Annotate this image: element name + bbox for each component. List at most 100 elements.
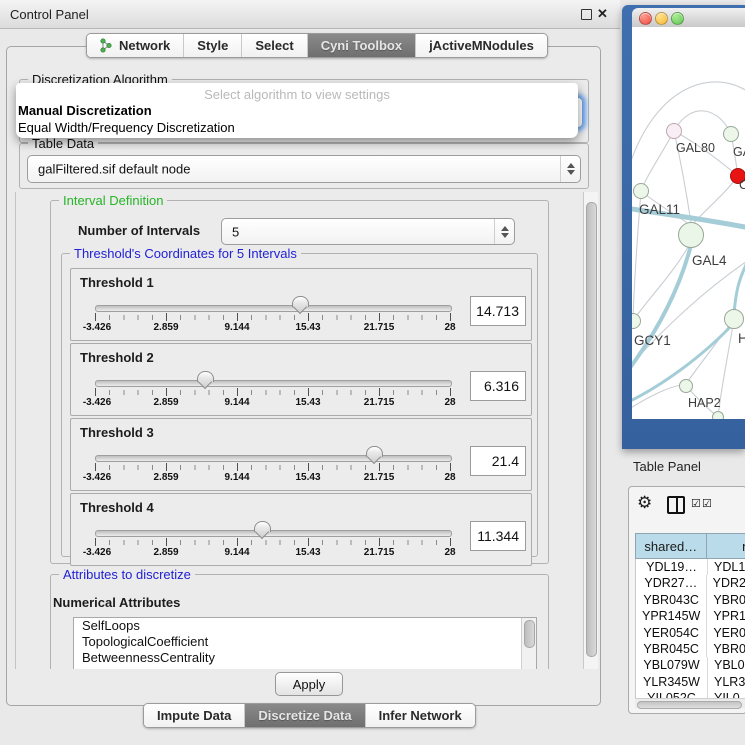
popup-hint: Select algorithm to view settings <box>16 87 578 102</box>
node-hap2[interactable] <box>680 380 693 393</box>
threshold-3-label: Threshold 3 <box>80 425 154 440</box>
combobox-stepper-icon[interactable] <box>494 219 514 244</box>
threshold-1-label: Threshold 1 <box>80 275 154 290</box>
network-icon <box>100 38 113 53</box>
control-panel-tabs: Network Style Select Cyni Toolbox jActiv… <box>86 33 548 58</box>
tab-infer-network[interactable]: Infer Network <box>366 704 475 727</box>
table-header-row: shared… n <box>635 533 745 559</box>
threshold-2-slider-track[interactable] <box>95 380 452 387</box>
list-item-betweennesscentrality[interactable]: BetweennessCentrality <box>74 650 536 666</box>
table-panel: ⚙ ☑ ☑ shared… n YDL19…YDL1 YDR27…YDR2 YB… <box>628 486 745 714</box>
thresholds-group-title: Threshold's Coordinates for 5 Intervals <box>70 246 301 261</box>
table-row[interactable]: YPR145WYPR1 <box>636 608 745 624</box>
attributes-list-scrollbar[interactable] <box>521 618 536 669</box>
threshold-2-slider-thumb[interactable] <box>197 371 214 382</box>
settings-scroll-area: Interval Definition Number of Intervals … <box>15 192 598 669</box>
settings-vertical-scrollbar[interactable] <box>583 192 598 669</box>
attributes-group: Attributes to discretize Numerical Attri… <box>50 574 549 669</box>
label-partial-c: C <box>739 178 745 192</box>
threshold-1-row: Threshold 1 -3.426 2.859 9.144 15.43 21.… <box>70 268 532 341</box>
attributes-group-title: Attributes to discretize <box>59 567 195 582</box>
table-data-selected: galFiltered.sif default node <box>38 162 190 177</box>
float-window-icon[interactable] <box>581 9 592 20</box>
node-bottom-partial[interactable] <box>713 412 724 420</box>
slider-minor-ticks <box>95 390 451 395</box>
table-row[interactable]: YLR345WYLR3 <box>636 674 745 690</box>
node-gal4[interactable] <box>679 223 704 248</box>
threshold-3-slider-thumb[interactable] <box>366 446 383 457</box>
node-gcy1[interactable] <box>632 314 641 329</box>
label-partial-h: H <box>738 331 745 346</box>
threshold-2-row: Threshold 2 -3.426 2.859 9.144 15.43 21.… <box>70 343 532 416</box>
label-gal80: GAL80 <box>676 141 715 155</box>
threshold-4-slider-track[interactable] <box>95 530 452 537</box>
combobox-stepper-icon[interactable] <box>560 156 580 182</box>
table-data-combobox[interactable]: galFiltered.sif default node <box>27 155 581 183</box>
checkbox-icon[interactable]: ☑ <box>691 497 701 510</box>
tab-jactivemnodules[interactable]: jActiveMNodules <box>416 34 547 57</box>
threshold-1-value-field[interactable] <box>470 296 526 326</box>
tab-discretize-data[interactable]: Discretize Data <box>245 704 365 727</box>
column-header-name[interactable]: n <box>706 533 745 559</box>
network-graph: GAL80 GA C GAL11 GAL4 GCY1 H HAP2 <box>632 27 745 419</box>
node-gal11[interactable] <box>634 184 649 199</box>
threshold-2-label: Threshold 2 <box>80 350 154 365</box>
checkbox-icon[interactable]: ☑ <box>702 497 712 510</box>
network-view-window[interactable]: GAL80 GA C GAL11 GAL4 GCY1 H HAP2 <box>622 5 745 449</box>
node-green-top-right[interactable] <box>724 127 739 142</box>
scrollbar-thumb[interactable] <box>637 701 742 709</box>
list-item-topologicalcoefficient[interactable]: TopologicalCoefficient <box>74 634 536 650</box>
threshold-1-slider-track[interactable] <box>95 305 452 312</box>
close-icon[interactable]: ✕ <box>597 6 608 22</box>
minimize-traffic-light-icon[interactable] <box>655 12 668 25</box>
apply-button[interactable]: Apply <box>275 672 343 696</box>
tab-cyni-toolbox[interactable]: Cyni Toolbox <box>308 34 416 57</box>
tab-style[interactable]: Style <box>184 34 242 57</box>
popup-option-equal-width[interactable]: Equal Width/Frequency Discretization <box>18 120 235 135</box>
threshold-1-slider-thumb[interactable] <box>292 296 309 307</box>
tab-impute-data[interactable]: Impute Data <box>144 704 245 727</box>
numerical-attributes-list: SelfLoops TopologicalCoefficient Between… <box>73 617 537 669</box>
table-row[interactable]: YIL052CYIL0 <box>636 690 745 698</box>
cyni-bottom-tabs: Impute Data Discretize Data Infer Networ… <box>143 703 476 728</box>
slider-minor-ticks <box>95 540 451 545</box>
node-right-mid[interactable] <box>725 310 744 329</box>
label-gcy1: GCY1 <box>634 333 671 348</box>
label-gal11: GAL11 <box>639 202 680 217</box>
column-header-shared[interactable]: shared… <box>635 533 706 559</box>
table-data-group-title: Table Data <box>28 136 98 151</box>
number-of-intervals-combobox[interactable]: 5 <box>221 218 515 245</box>
table-row[interactable]: YBL079WYBL0 <box>636 657 745 673</box>
threshold-4-row: Threshold 4 -3.426 2.859 9.144 15.43 21.… <box>70 493 532 566</box>
table-row[interactable]: YBR045CYBR0 <box>636 641 745 657</box>
table-row[interactable]: YER054CYER0 <box>636 625 745 641</box>
threshold-4-slider-thumb[interactable] <box>254 521 271 532</box>
number-of-intervals-label: Number of Intervals <box>78 223 200 238</box>
tab-network[interactable]: Network <box>87 34 184 57</box>
popup-option-manual-discretization[interactable]: Manual Discretization <box>18 103 152 118</box>
threshold-2-value-field[interactable] <box>470 371 526 401</box>
network-canvas[interactable]: GAL80 GA C GAL11 GAL4 GCY1 H HAP2 <box>632 27 745 419</box>
threshold-4-value-field[interactable] <box>470 521 526 551</box>
threshold-3-row: Threshold 3 -3.426 2.859 9.144 15.43 21.… <box>70 418 532 491</box>
tab-select[interactable]: Select <box>242 34 307 57</box>
node-pink[interactable] <box>667 124 682 139</box>
threshold-3-slider-track[interactable] <box>95 455 452 462</box>
gear-icon[interactable]: ⚙ <box>637 493 652 513</box>
close-traffic-light-icon[interactable] <box>639 12 652 25</box>
table-horizontal-scrollbar[interactable] <box>635 698 745 708</box>
label-gal4: GAL4 <box>692 253 727 268</box>
slider-minor-ticks <box>95 315 451 320</box>
threshold-3-value-field[interactable] <box>470 446 526 476</box>
table-row[interactable]: YBR043CYBR0 <box>636 592 745 608</box>
table-row[interactable]: YDR27…YDR2 <box>636 575 745 591</box>
split-columns-icon[interactable] <box>667 496 685 514</box>
table-body: YDL19…YDL1 YDR27…YDR2 YBR043CYBR0 YPR145… <box>635 559 745 698</box>
cyni-toolbox-panel: Discretization Algorithm Select algorith… <box>6 46 601 706</box>
network-window-titlebar[interactable] <box>632 8 745 28</box>
table-row[interactable]: YDL19…YDL1 <box>636 559 745 575</box>
panel-title: Control Panel <box>10 7 89 22</box>
list-item-selfloops[interactable]: SelfLoops <box>74 618 536 634</box>
zoom-traffic-light-icon[interactable] <box>671 12 684 25</box>
control-panel-titlebar: Control Panel ✕ <box>0 0 620 29</box>
